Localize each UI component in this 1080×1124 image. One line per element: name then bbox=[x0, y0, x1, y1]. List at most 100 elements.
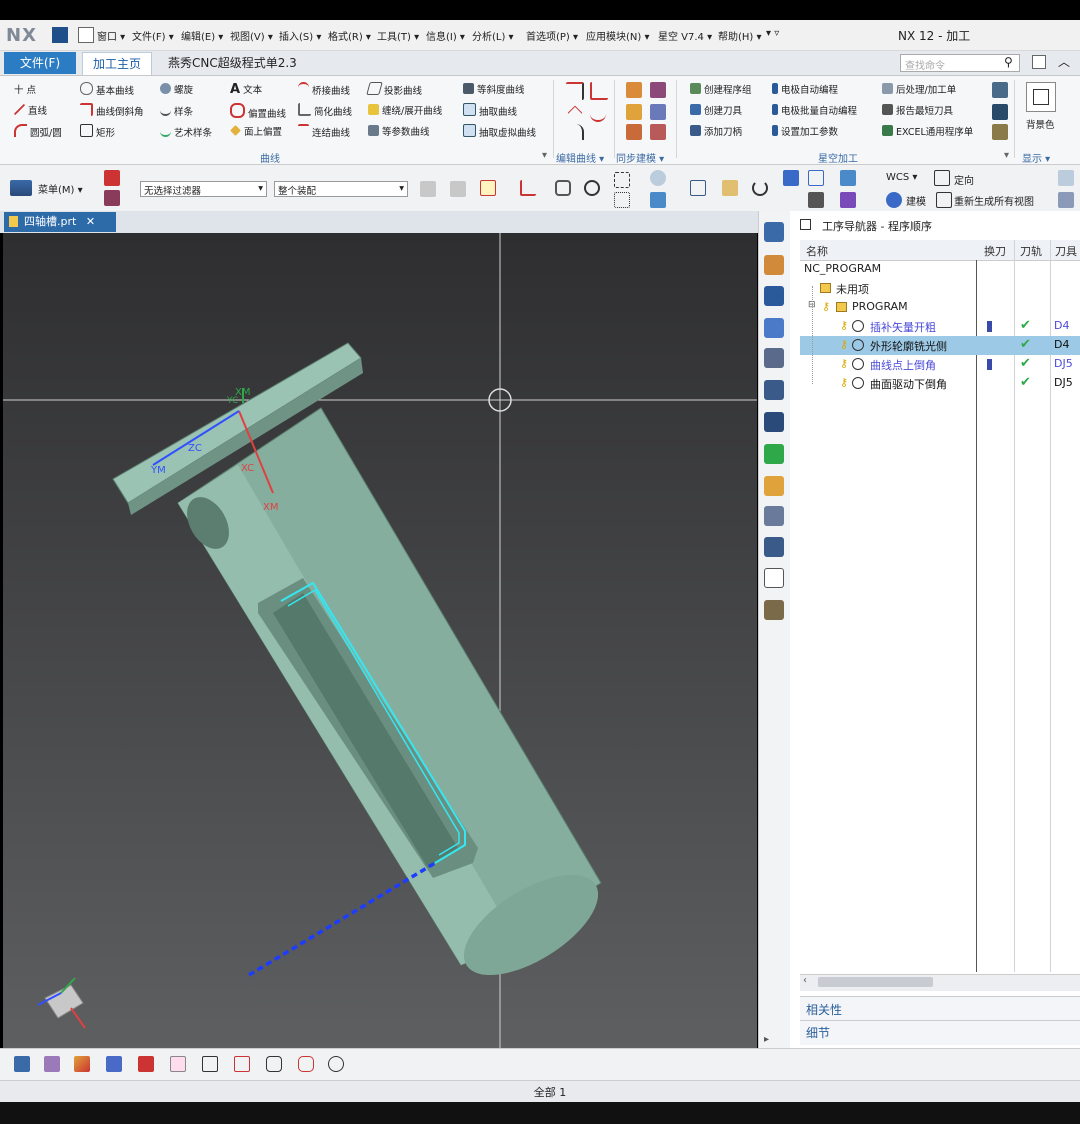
details-panel-header[interactable]: 细节 bbox=[806, 1024, 830, 1041]
zoom-fit-icon[interactable] bbox=[690, 180, 706, 196]
orient-icon[interactable] bbox=[934, 170, 950, 186]
trim-curve-icon[interactable] bbox=[590, 82, 608, 100]
menu-edit[interactable]: 编辑(E) ▾ bbox=[181, 28, 223, 43]
resource-roles-icon[interactable] bbox=[764, 537, 784, 557]
scope-select[interactable]: 整个装配 ▾ bbox=[274, 181, 408, 197]
menu-button[interactable]: 菜单(M) ▾ bbox=[38, 181, 83, 196]
view-rect-icon[interactable] bbox=[202, 1056, 218, 1072]
resource-program-order-icon[interactable] bbox=[764, 348, 784, 368]
background-color-label[interactable]: 背景色 bbox=[1026, 117, 1055, 131]
group-label-display[interactable]: 显示 ▾ bbox=[1022, 150, 1050, 165]
menu-view[interactable]: 视图(V) ▾ bbox=[230, 28, 273, 43]
orient-button[interactable]: 定向 bbox=[954, 172, 974, 187]
ribbon-isoparametric-curve[interactable]: 等参数曲线 bbox=[368, 124, 430, 138]
filter-icon-2[interactable] bbox=[104, 190, 120, 206]
menu-analysis[interactable]: 分析(L) ▾ bbox=[472, 28, 514, 43]
zoom-window-icon[interactable] bbox=[722, 180, 738, 196]
view-section-icon[interactable] bbox=[74, 1056, 90, 1072]
tree-row-program[interactable]: ⊟ ⚷ PROGRAM bbox=[800, 298, 1080, 317]
curve-length-icon[interactable] bbox=[590, 104, 606, 122]
ribbon-create-tool[interactable]: 创建刀具 bbox=[690, 103, 742, 117]
view-tool-icon[interactable] bbox=[106, 1056, 122, 1072]
view-shape-icon[interactable] bbox=[298, 1056, 314, 1072]
tree-row-operation-3[interactable]: ⚷ 曲线点上倒角 ✔ DJ5 bbox=[800, 355, 1080, 374]
command-search-input[interactable]: 查找命令 bbox=[900, 54, 1020, 72]
move-face-icon[interactable] bbox=[626, 82, 642, 98]
resource-bar-expand-icon[interactable]: ▸ bbox=[764, 1034, 769, 1045]
delete-face-icon[interactable] bbox=[650, 82, 666, 98]
menu-help[interactable]: 帮助(H) ▾ bbox=[718, 28, 762, 43]
ribbon-postprocess[interactable]: 后处理/加工单 bbox=[882, 82, 956, 96]
group-star-expand-icon[interactable]: ▾ bbox=[1004, 150, 1009, 161]
filter-icon-1[interactable] bbox=[104, 170, 120, 186]
resource-history-icon[interactable] bbox=[764, 506, 784, 526]
ribbon-basic-curve[interactable]: 基本曲线 bbox=[80, 82, 134, 97]
graphics-viewport[interactable]: XM YC ZC XC YM XM bbox=[3, 233, 757, 1048]
ribbon-create-program-group[interactable]: 创建程序组 bbox=[690, 82, 752, 96]
view-grid-icon[interactable] bbox=[234, 1056, 250, 1072]
snap-icon-2[interactable] bbox=[450, 181, 466, 197]
quick-access-dropdown[interactable]: ▾ ▿ bbox=[766, 28, 779, 39]
resource-web-browser-icon[interactable] bbox=[764, 568, 784, 588]
tree-row-unused[interactable]: 未用项 bbox=[800, 279, 1080, 298]
view-shaded-icon[interactable] bbox=[650, 170, 666, 186]
view-wire-icon[interactable] bbox=[170, 1056, 186, 1072]
tab-file[interactable]: 文件(F) bbox=[4, 52, 76, 74]
background-color-icon[interactable] bbox=[1026, 82, 1056, 112]
view-hexagon-icon[interactable] bbox=[266, 1056, 282, 1072]
modeling-button[interactable]: 建模 bbox=[906, 193, 926, 208]
ribbon-shortest-tool[interactable]: 报告最短刀具 bbox=[882, 103, 953, 117]
star-tool-icon-2[interactable] bbox=[992, 104, 1008, 120]
snap-endpoint-icon[interactable] bbox=[520, 180, 536, 196]
snap-center-icon[interactable] bbox=[584, 180, 600, 196]
menu-applications[interactable]: 应用模块(N) ▾ bbox=[586, 28, 649, 43]
search-icon[interactable]: ⚲ bbox=[1004, 55, 1013, 69]
resource-machine-tool-icon[interactable] bbox=[764, 318, 784, 338]
edit-curve-icon[interactable] bbox=[566, 82, 584, 100]
clip-icon[interactable] bbox=[840, 192, 856, 208]
menu-file[interactable]: 文件(F) ▾ bbox=[132, 28, 174, 43]
ribbon-extract-curve[interactable]: 抽取曲线 bbox=[463, 103, 517, 118]
ribbon-wrap-curve[interactable]: 缠绕/展开曲线 bbox=[368, 103, 442, 117]
ribbon-rectangle[interactable]: 矩形 bbox=[80, 124, 115, 139]
star-tool-icon-3[interactable] bbox=[992, 124, 1008, 140]
menu-info[interactable]: 信息(I) ▾ bbox=[426, 28, 465, 43]
layer-icon[interactable] bbox=[808, 170, 824, 186]
column-name[interactable]: 名称 bbox=[806, 243, 828, 259]
save-icon[interactable] bbox=[52, 27, 68, 43]
view-trimetric-icon[interactable] bbox=[44, 1056, 60, 1072]
offset-region-icon[interactable] bbox=[650, 104, 666, 120]
pull-face-icon[interactable] bbox=[626, 104, 642, 120]
ribbon-arc[interactable]: 圆弧/圆 bbox=[14, 124, 62, 139]
ribbon-excel-sheet[interactable]: EXCEL通用程序单 bbox=[882, 124, 973, 138]
resource-reuse-library-icon[interactable] bbox=[764, 600, 784, 620]
render-style-icon[interactable] bbox=[840, 170, 856, 186]
collapse-ribbon-icon[interactable]: ︿ bbox=[1058, 53, 1070, 70]
toolbar-extra-icon-1[interactable] bbox=[1058, 170, 1074, 186]
ribbon-simplify-curve[interactable]: 简化曲线 bbox=[298, 103, 352, 118]
tree-row-nc-program[interactable]: NC_PROGRAM bbox=[800, 260, 1080, 279]
ribbon-chamfer-curve[interactable]: 曲线倒斜角 bbox=[80, 103, 144, 118]
snap-midpoint-icon[interactable] bbox=[555, 180, 571, 196]
ribbon-isocline-curve[interactable]: 等斜度曲线 bbox=[463, 82, 525, 96]
menu-insert[interactable]: 插入(S) ▾ bbox=[279, 28, 321, 43]
ribbon-add-holder[interactable]: 添加刀柄 bbox=[690, 124, 742, 138]
resource-assembly-navigator-icon[interactable] bbox=[764, 255, 784, 275]
star-tool-icon-1[interactable] bbox=[992, 82, 1008, 98]
resource-operation-navigator-icon[interactable] bbox=[764, 286, 784, 306]
modeling-icon[interactable] bbox=[886, 192, 902, 208]
snap-intersect-icon[interactable] bbox=[614, 192, 630, 208]
group-curve-expand-icon[interactable]: ▾ bbox=[542, 150, 547, 161]
regen-views-button[interactable]: 重新生成所有视图 bbox=[954, 193, 1034, 208]
resource-method-view-icon[interactable] bbox=[764, 412, 784, 432]
ribbon-join-curve[interactable]: 连结曲线 bbox=[298, 124, 350, 139]
document-tab[interactable]: 四轴槽.prt ✕ bbox=[4, 212, 116, 232]
tree-row-operation-4[interactable]: ⚷ 曲面驱动下倒角 ✔ DJ5 bbox=[800, 374, 1080, 393]
relevance-panel-header[interactable]: 相关性 bbox=[806, 1001, 842, 1018]
snap-icon-1[interactable] bbox=[420, 181, 436, 197]
ribbon-offset-curve[interactable]: 偏置曲线 bbox=[230, 103, 286, 120]
snap-point-icon[interactable] bbox=[480, 180, 496, 196]
regen-views-icon[interactable] bbox=[936, 192, 952, 208]
tab-cnc-sheet[interactable]: 燕秀CNC超级程式单2.3 bbox=[168, 54, 297, 71]
ribbon-spline[interactable]: 样条 bbox=[160, 103, 193, 118]
